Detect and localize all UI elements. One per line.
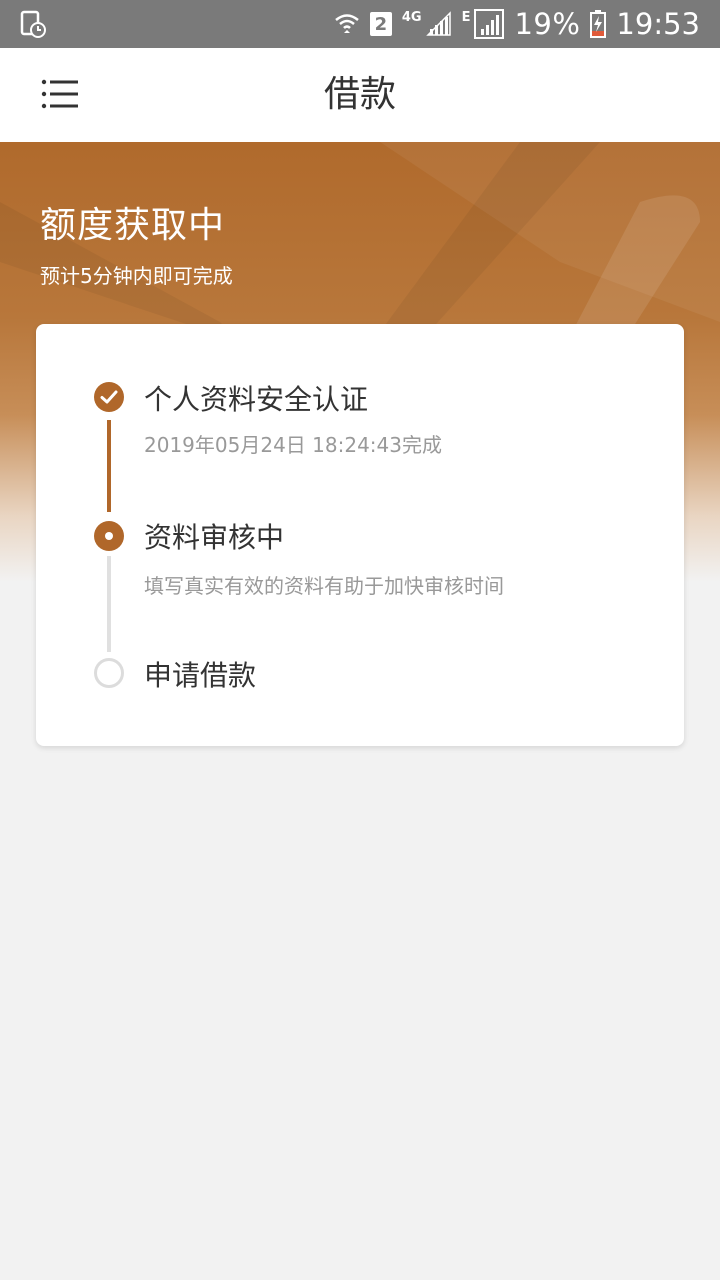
app-header: 借款 xyxy=(0,48,720,142)
step-title-1: 个人资料安全认证 xyxy=(144,383,369,416)
page-title: 借款 xyxy=(323,74,396,115)
step-desc-1: 2019年05月24日 18:24:43完成 xyxy=(144,433,442,457)
network-type-label: 4G xyxy=(401,10,422,25)
battery-charging-icon xyxy=(590,10,607,38)
check-icon xyxy=(94,382,124,412)
screen-timer-icon xyxy=(20,10,46,38)
current-step-icon xyxy=(94,521,124,551)
progress-card: 个人资料安全认证 2019年05月24日 18:24:43完成 资料审核中 填写… xyxy=(36,324,684,746)
step-connector-done xyxy=(107,420,111,512)
wifi-icon xyxy=(335,14,359,33)
status-icons: 2 4G E 19% 19:53 xyxy=(334,0,700,48)
banner-subtitle: 预计5分钟内即可完成 xyxy=(40,264,233,288)
step-title-2: 资料审核中 xyxy=(144,521,285,554)
pending-step-icon xyxy=(94,658,124,688)
sim-slot-badge: 2 xyxy=(369,12,392,36)
step-connector-pending xyxy=(107,556,111,652)
signal-icon-2 xyxy=(474,9,505,39)
step-title-3: 申请借款 xyxy=(144,659,257,692)
network-type-label-2: E xyxy=(461,10,471,25)
clock: 19:53 xyxy=(616,7,700,41)
banner-title: 额度获取中 xyxy=(40,205,226,246)
step-desc-2: 填写真实有效的资料有助于加快审核时间 xyxy=(144,574,504,598)
status-bar: 2 4G E 19% 19:53 xyxy=(0,0,720,48)
battery-percent: 19% xyxy=(514,7,581,41)
signal-icon xyxy=(425,11,451,36)
checkmark-icon xyxy=(100,390,118,404)
